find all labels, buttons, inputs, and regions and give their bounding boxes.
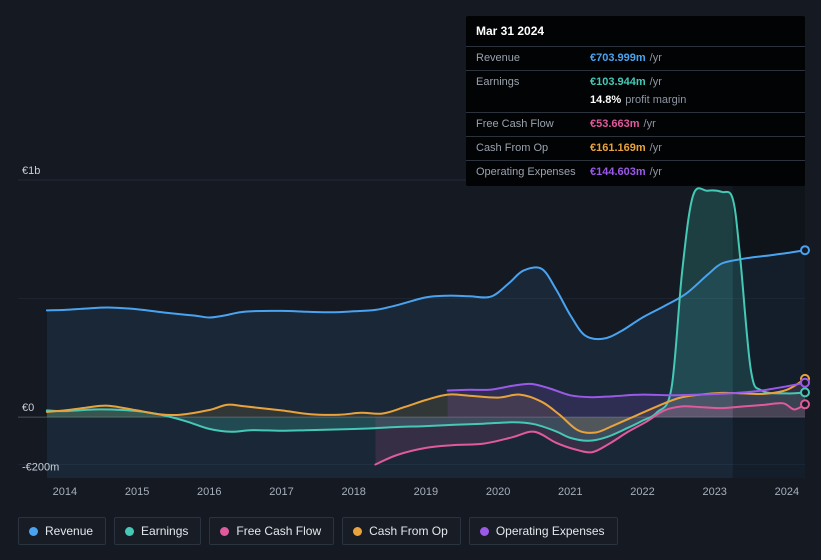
revenue-legend-dot-icon [29, 526, 38, 536]
tooltip-row-revenue: Revenue €703.999m/yr [466, 46, 805, 67]
series-endpoint-operating-expenses [800, 377, 810, 388]
tooltip-row-value: 14.8% [590, 94, 622, 106]
x-axis-label: 2024 [775, 486, 799, 498]
operating-expenses-legend-dot-icon [479, 526, 489, 536]
x-axis-label: 2015 [125, 486, 149, 498]
tooltip-row-suffix: /yr [649, 52, 662, 64]
x-axis-label: 2016 [197, 486, 221, 498]
chart-tooltip: Mar 31 2024 Revenue €703.999m/yr Earnings €… [466, 16, 805, 186]
x-axis-label: 2022 [630, 486, 654, 498]
legend-item-operating-expenses[interactable]: Operating Expenses [468, 517, 618, 545]
tooltip-row-profit-margin: 14.8% profit margin [466, 91, 805, 109]
legend-label: Revenue [45, 524, 94, 538]
x-axis-label: 2019 [414, 486, 438, 498]
legend: Revenue Earnings Free Cash Flow Cash From O… [18, 517, 618, 545]
y-axis-label: €0 [22, 402, 34, 414]
x-axis-label: 2021 [558, 486, 582, 498]
tooltip-row-suffix: /yr [649, 76, 662, 88]
x-axis-label: 2017 [269, 486, 293, 498]
tooltip-row-free-cash-flow: Free Cash Flow €53.663m/yr [466, 112, 805, 133]
tooltip-row-suffix: profit margin [625, 94, 687, 106]
legend-item-revenue[interactable]: Revenue [18, 517, 107, 545]
series-endpoint-revenue [800, 245, 810, 256]
tooltip-row-label: Free Cash Flow [476, 118, 554, 130]
tooltip-row-value: €53.663m [590, 118, 640, 130]
tooltip-row-label: Earnings [476, 76, 520, 88]
legend-label: Earnings [141, 524, 189, 538]
series-endpoint-free-cash-flow [800, 399, 810, 410]
tooltip-row-label: Revenue [476, 52, 521, 64]
tooltip-row-value: €703.999m [590, 52, 646, 64]
x-axis-label: 2023 [702, 486, 726, 498]
series-endpoint-earnings [800, 387, 810, 398]
free-cash-flow-legend-dot-icon [220, 526, 230, 536]
x-axis-label: 2020 [486, 486, 510, 498]
earnings-legend-dot-icon [125, 526, 135, 536]
legend-item-cash-from-op[interactable]: Cash From Op [342, 517, 461, 545]
tooltip-date: Mar 31 2024 [476, 24, 545, 38]
legend-label: Operating Expenses [495, 524, 605, 538]
tooltip-row-value: €103.944m [590, 76, 646, 88]
tooltip-row-cash-from-op: Cash From Op €161.169m/yr [466, 136, 805, 157]
tooltip-row-earnings: Earnings €103.944m/yr [466, 70, 805, 91]
x-axis-label: 2014 [53, 486, 77, 498]
x-axis-label: 2018 [341, 486, 365, 498]
tooltip-row-label: Operating Expenses [476, 166, 576, 178]
tooltip-row-value: €144.603m [590, 166, 646, 178]
legend-label: Cash From Op [369, 524, 448, 538]
legend-label: Free Cash Flow [236, 524, 322, 538]
tooltip-row-value: €161.169m [590, 142, 646, 154]
y-axis-label: -€200m [22, 462, 59, 474]
tooltip-row-suffix: /yr [643, 118, 656, 130]
tooltip-row-suffix: /yr [649, 166, 662, 178]
tooltip-row-suffix: /yr [649, 142, 662, 154]
highlight-band [732, 180, 805, 478]
legend-item-free-cash-flow[interactable]: Free Cash Flow [209, 517, 335, 545]
tooltip-rows: Revenue €703.999m/yr Earnings €103.944m/yr 1… [466, 46, 805, 181]
legend-item-earnings[interactable]: Earnings [114, 517, 202, 545]
y-axis-label: €1b [22, 165, 40, 177]
cash-from-op-legend-dot-icon [353, 526, 363, 536]
tooltip-row-operating-expenses: Operating Expenses €144.603m/yr [466, 160, 805, 181]
tooltip-row-label: Cash From Op [476, 142, 549, 154]
